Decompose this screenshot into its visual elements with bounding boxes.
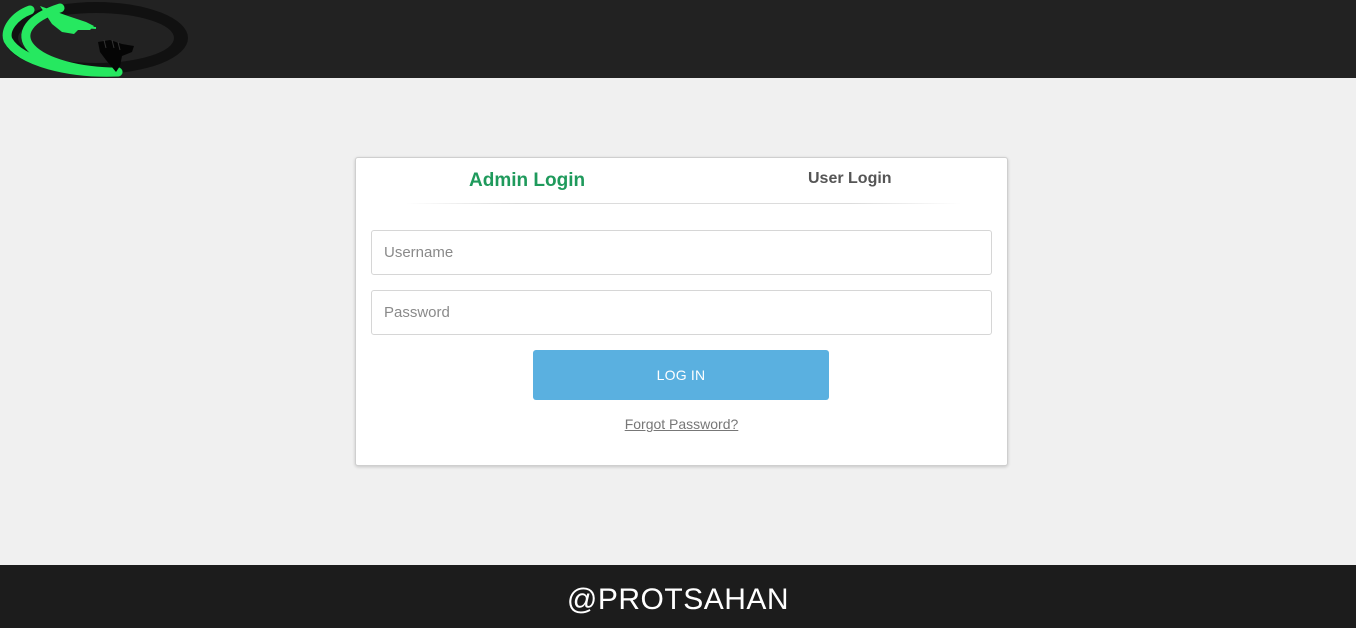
login-card: Admin Login User Login LOG IN Forgot Pas… [355, 157, 1008, 466]
password-input[interactable] [371, 290, 992, 335]
footer: @PROTSAHAN [0, 565, 1356, 628]
username-input[interactable] [371, 230, 992, 275]
tab-divider [406, 203, 961, 204]
top-navbar [0, 0, 1356, 78]
forgot-password-link[interactable]: Forgot Password? [356, 416, 1007, 432]
helping-hands-logo-icon[interactable] [0, 0, 192, 78]
tab-user-login[interactable]: User Login [808, 170, 892, 188]
tab-admin-login[interactable]: Admin Login [469, 170, 585, 192]
login-button[interactable]: LOG IN [533, 350, 829, 400]
footer-brand-text: @PROTSAHAN [566, 583, 790, 616]
login-page-body: Admin Login User Login LOG IN Forgot Pas… [0, 78, 1356, 565]
